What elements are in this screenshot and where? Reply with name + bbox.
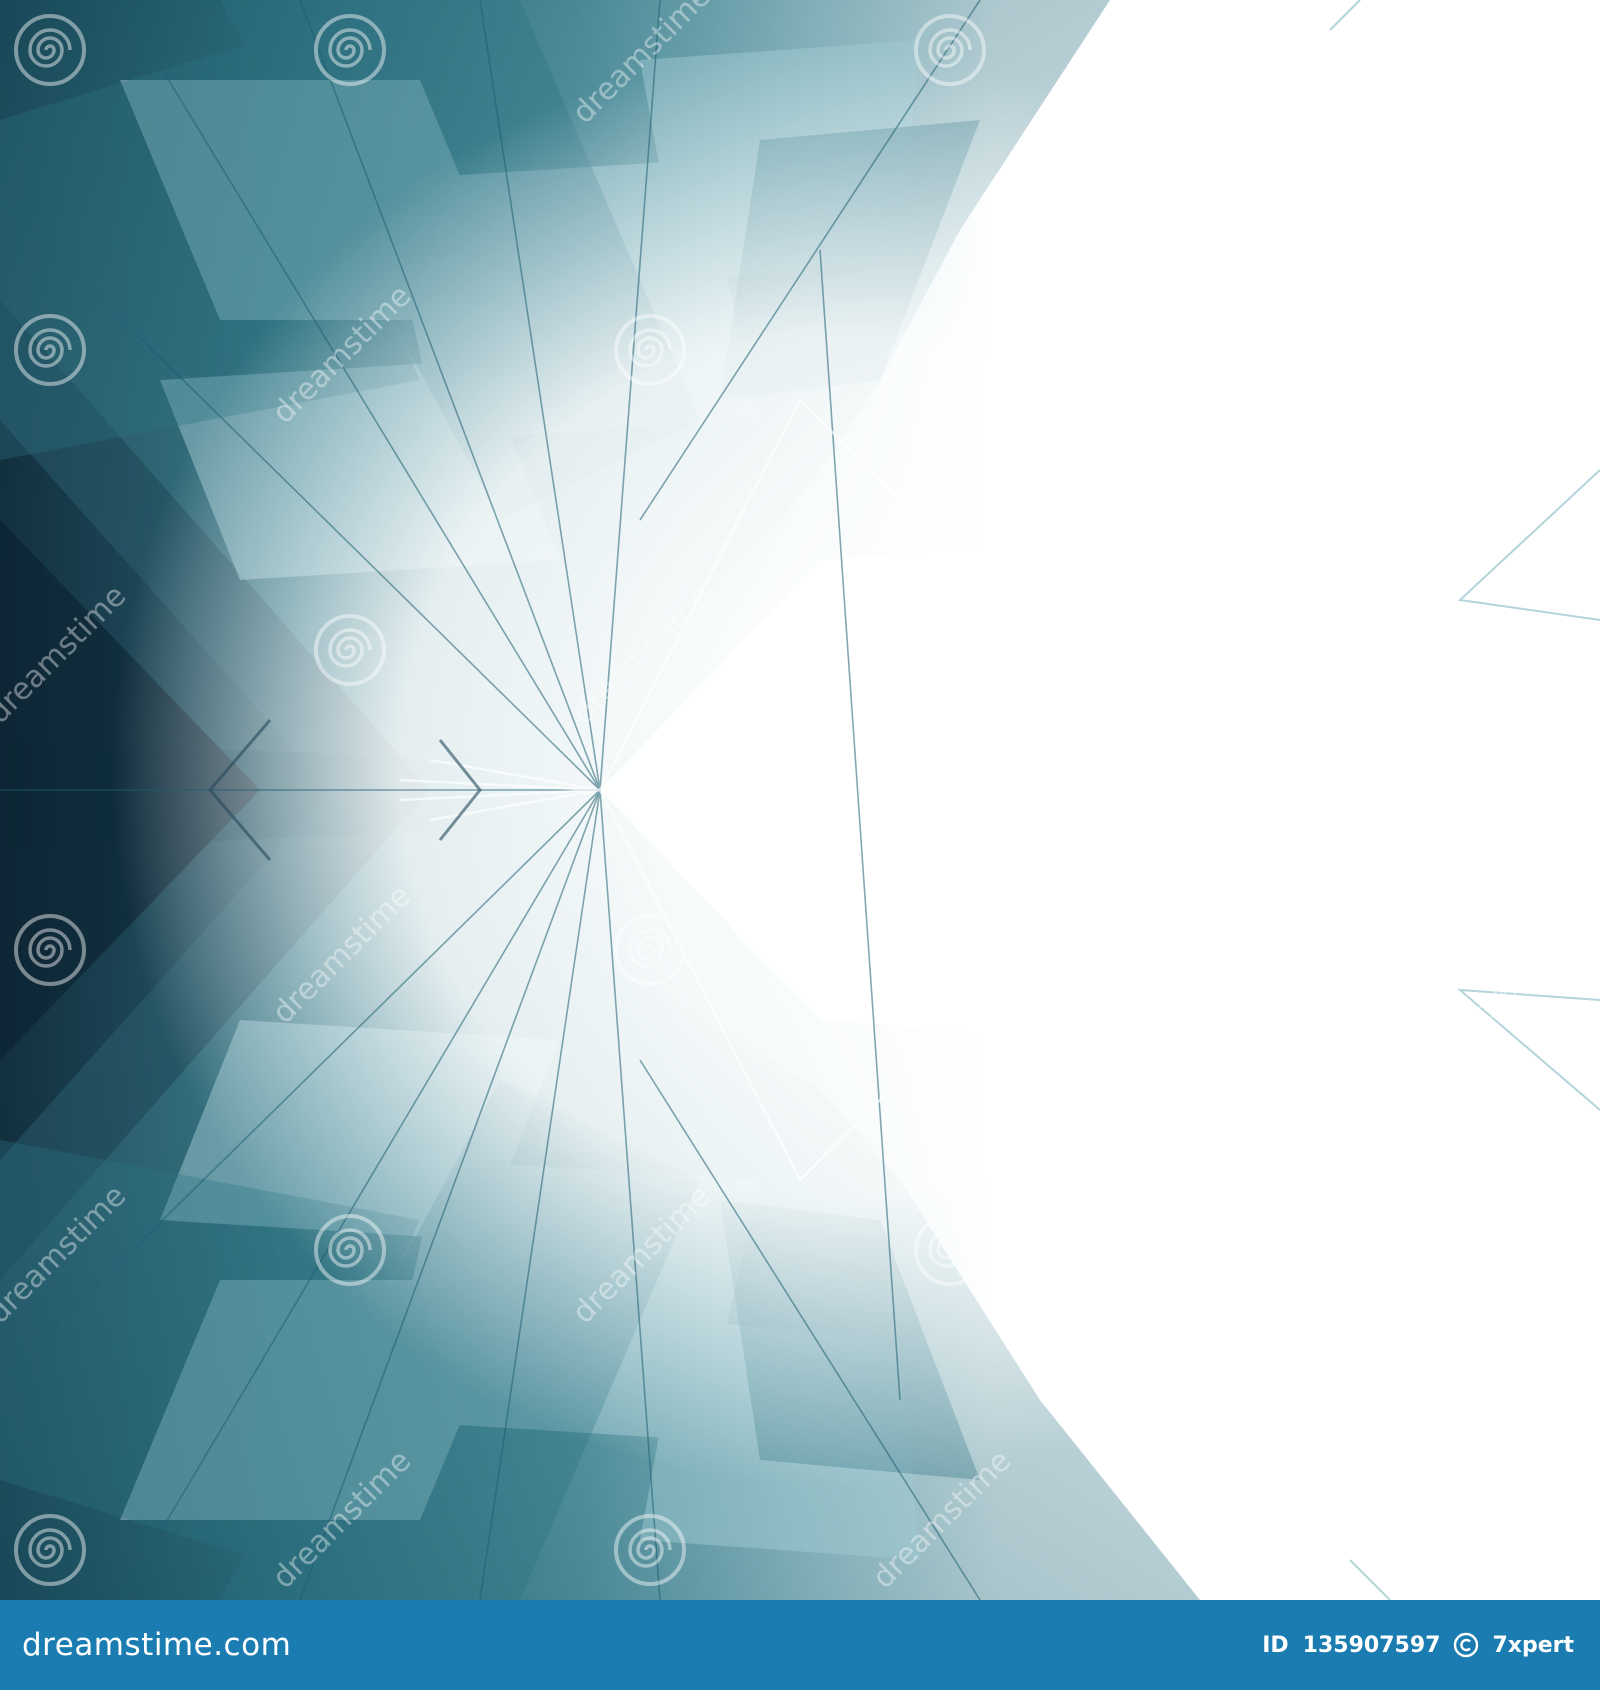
stock-image-page: dreamstime dreamstime dreamstime dreamst… [0,0,1600,1690]
abstract-architecture-artwork [0,0,1600,1600]
brand-name: dreamstime [22,1627,214,1663]
image-meta: ID 135907597 7xpert [1262,1631,1574,1659]
image-id: 135907597 [1302,1632,1441,1658]
copyright-icon [1452,1631,1480,1659]
id-label: ID [1262,1632,1289,1658]
footer-bar: dreamstime .com ID 135907597 7xpert [0,1600,1600,1690]
brand-domain-suffix: .com [213,1627,292,1663]
footer-brand[interactable]: dreamstime .com [22,1627,291,1663]
author-name[interactable]: 7xpert [1492,1633,1574,1658]
